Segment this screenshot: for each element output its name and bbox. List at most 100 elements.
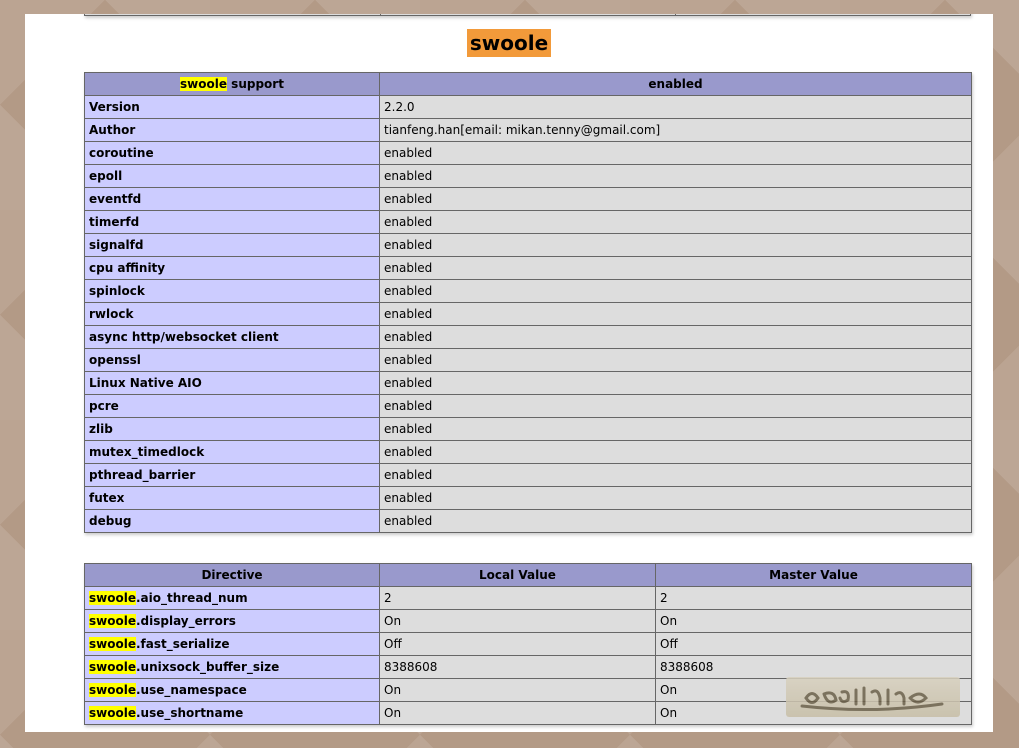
table-row: spinlock enabled: [84, 279, 972, 303]
directive-name: swoole.display_errors: [84, 609, 380, 633]
table-row: epoll enabled: [84, 164, 972, 188]
table-row: Linux Native AIO enabled: [84, 371, 972, 395]
support-header-value: enabled: [379, 72, 972, 96]
row-name-timerfd: timerfd: [84, 210, 380, 234]
row-value-debug: enabled: [379, 509, 972, 533]
row-value-async-http-websocket-client: enabled: [379, 325, 972, 349]
row-name-async-http-websocket-client: async http/websocket client: [84, 325, 380, 349]
search-highlight: swoole: [89, 637, 136, 651]
directive-suffix: .use_shortname: [135, 706, 244, 720]
row-name-linux-native-aio: Linux Native AIO: [84, 371, 380, 395]
table-row: swoole.display_errors On On: [84, 609, 972, 633]
row-value-epoll: enabled: [379, 164, 972, 188]
directive-suffix: .unixsock_buffer_size: [135, 660, 280, 674]
row-name-zlib: zlib: [84, 417, 380, 441]
table-row: Author tianfeng.han[email: mikan.tenny@gm…: [84, 118, 972, 142]
row-value-futex: enabled: [379, 486, 972, 510]
master-value: On: [655, 609, 972, 633]
directive-suffix: .display_errors: [135, 614, 236, 628]
row-name-coroutine: coroutine: [84, 141, 380, 165]
table-row: Version 2.2.0: [84, 95, 972, 119]
search-highlight: swoole: [89, 591, 136, 605]
search-highlight: swoole: [89, 660, 136, 674]
previous-table-bottom: [84, 14, 971, 16]
row-value-zlib: enabled: [379, 417, 972, 441]
support-header-name: swoole support: [84, 72, 380, 96]
table-row: pcre enabled: [84, 394, 972, 418]
row-name-eventfd: eventfd: [84, 187, 380, 211]
support-header-label: support: [227, 77, 284, 91]
table-row: timerfd enabled: [84, 210, 972, 234]
watermark-logo-icon: [800, 686, 944, 712]
table-row: coroutine enabled: [84, 141, 972, 165]
row-value-spinlock: enabled: [379, 279, 972, 303]
phpinfo-page: swoole swoole support enabled Version 2.2…: [25, 14, 993, 732]
row-name-epoll: epoll: [84, 164, 380, 188]
row-value-coroutine: enabled: [379, 141, 972, 165]
directive-table-header: Directive Local Value Master Value: [84, 563, 972, 587]
search-highlight: swoole: [89, 614, 136, 628]
row-value-rwlock: enabled: [379, 302, 972, 326]
row-name-futex: futex: [84, 486, 380, 510]
table-row: pthread_barrier enabled: [84, 463, 972, 487]
master-value: Off: [655, 632, 972, 656]
row-name-spinlock: spinlock: [84, 279, 380, 303]
search-highlight: swoole: [89, 706, 136, 720]
search-highlight: swoole: [89, 683, 136, 697]
local-value: On: [379, 609, 656, 633]
table-row: debug enabled: [84, 509, 972, 533]
table-row: openssl enabled: [84, 348, 972, 372]
module-title: swoole: [466, 29, 552, 57]
search-highlight: swoole: [180, 77, 227, 91]
row-name-cpu-affinity: cpu affinity: [84, 256, 380, 280]
row-name-mutex-timedlock: mutex_timedlock: [84, 440, 380, 464]
row-name-version: Version: [84, 95, 380, 119]
table-row: signalfd enabled: [84, 233, 972, 257]
directive-suffix: .aio_thread_num: [135, 591, 248, 605]
table-row: mutex_timedlock enabled: [84, 440, 972, 464]
directive-name: swoole.use_shortname: [84, 701, 380, 725]
directive-suffix: .use_namespace: [135, 683, 247, 697]
row-name-openssl: openssl: [84, 348, 380, 372]
local-value-header: Local Value: [379, 563, 656, 587]
table-row: zlib enabled: [84, 417, 972, 441]
row-value-pthread-barrier: enabled: [379, 463, 972, 487]
table-row: async http/websocket client enabled: [84, 325, 972, 349]
local-value: On: [379, 701, 656, 725]
local-value: Off: [379, 632, 656, 656]
local-value: 2: [379, 586, 656, 610]
support-table: swoole support enabled Version 2.2.0 Autho…: [84, 72, 972, 533]
table-row: swoole.fast_serialize Off Off: [84, 632, 972, 656]
row-value-timerfd: enabled: [379, 210, 972, 234]
local-value: 8388608: [379, 655, 656, 679]
directive-header: Directive: [84, 563, 380, 587]
row-name-debug: debug: [84, 509, 380, 533]
row-value-author: tianfeng.han[email: mikan.tenny@gmail.co…: [379, 118, 972, 142]
support-table-header: swoole support enabled: [84, 72, 972, 96]
directive-name: swoole.use_namespace: [84, 678, 380, 702]
row-name-author: Author: [84, 118, 380, 142]
table-row: rwlock enabled: [84, 302, 972, 326]
master-value: 8388608: [655, 655, 972, 679]
table-row: swoole.aio_thread_num 2 2: [84, 586, 972, 610]
row-name-rwlock: rwlock: [84, 302, 380, 326]
row-value-linux-native-aio: enabled: [379, 371, 972, 395]
module-heading: swoole: [25, 29, 993, 57]
row-value-mutex-timedlock: enabled: [379, 440, 972, 464]
master-value-header: Master Value: [655, 563, 972, 587]
directive-name: swoole.unixsock_buffer_size: [84, 655, 380, 679]
table-row: swoole.unixsock_buffer_size 8388608 838860…: [84, 655, 972, 679]
table-row: eventfd enabled: [84, 187, 972, 211]
row-name-pthread-barrier: pthread_barrier: [84, 463, 380, 487]
row-name-signalfd: signalfd: [84, 233, 380, 257]
watermark-logo: [786, 677, 960, 717]
row-value-version: 2.2.0: [379, 95, 972, 119]
table-row: cpu affinity enabled: [84, 256, 972, 280]
row-value-signalfd: enabled: [379, 233, 972, 257]
row-value-cpu-affinity: enabled: [379, 256, 972, 280]
row-value-pcre: enabled: [379, 394, 972, 418]
local-value: On: [379, 678, 656, 702]
row-value-eventfd: enabled: [379, 187, 972, 211]
master-value: 2: [655, 586, 972, 610]
directive-name: swoole.fast_serialize: [84, 632, 380, 656]
